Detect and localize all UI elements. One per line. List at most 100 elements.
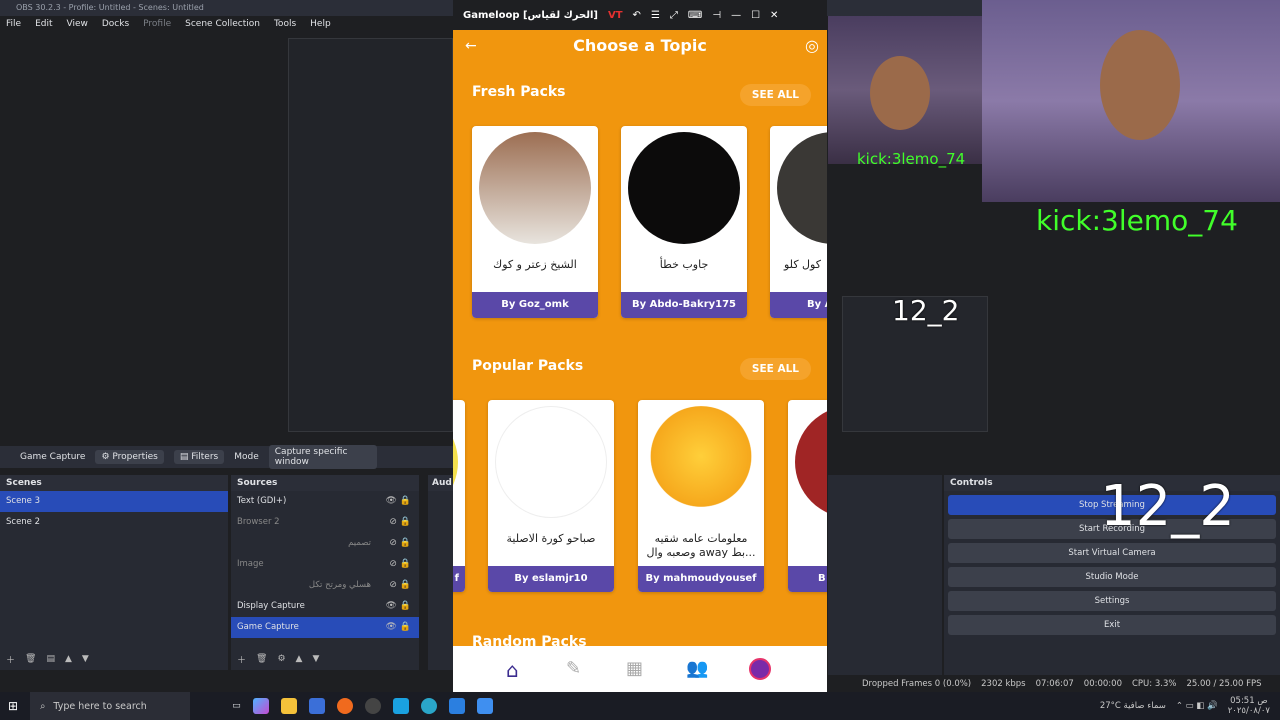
clock[interactable]: 05:51 ص ٢٠٢٥/٠٨/٠٧ — [1228, 696, 1270, 716]
pack-card[interactable]: كول كلو By A — [770, 126, 827, 318]
menu-profile[interactable]: Profile — [143, 19, 171, 29]
webcam-small — [828, 16, 982, 164]
menu-tools[interactable]: Tools — [274, 19, 296, 29]
kick-handle-large: kick:3lemo_74 — [1036, 204, 1238, 237]
edit-icon[interactable]: ✎ — [566, 658, 588, 680]
search-placeholder: Type here to search — [53, 700, 147, 712]
task-view-icon[interactable]: ▭ — [232, 701, 241, 711]
source-item[interactable]: Image ⊘ 🔒 — [231, 554, 419, 575]
home-icon[interactable]: ⌂ — [506, 658, 528, 682]
fresh-packs-title: Fresh Packs — [472, 84, 566, 100]
shop-icon[interactable]: ▦ — [626, 658, 648, 680]
pack-image — [795, 406, 827, 518]
source-item[interactable]: تصميم ⊘ 🔒 — [231, 533, 419, 554]
profile-avatar[interactable] — [749, 658, 771, 680]
close-icon[interactable]: ✕ — [770, 10, 778, 21]
mode-select[interactable]: Capture specific window — [268, 445, 377, 469]
eye-lock-icon[interactable]: ⊘ 🔒 — [389, 554, 411, 575]
menu-icon[interactable]: ☰ — [651, 10, 660, 21]
back-arrow-icon[interactable]: ← — [465, 38, 477, 54]
undo-icon[interactable]: ↶ — [633, 10, 641, 21]
eye-lock-icon[interactable]: 👁 🔒 — [386, 491, 412, 512]
copilot-icon[interactable] — [252, 698, 269, 714]
add-icon[interactable]: ＋ — [237, 653, 246, 666]
edge-icon[interactable] — [420, 698, 437, 714]
add-icon[interactable]: ＋ — [6, 653, 15, 666]
pack-card-partial[interactable]: f — [453, 400, 465, 592]
pack-card[interactable]: معلومات عامه شقيه وصعبه وال away بط... B… — [638, 400, 764, 592]
trash-icon[interactable]: 🗑 — [256, 654, 267, 664]
filter-icon[interactable]: ▤ — [46, 654, 55, 664]
scenes-title: Scenes — [0, 475, 228, 491]
eye-lock-icon[interactable]: ⊘ 🔒 — [389, 533, 411, 554]
file-explorer-icon[interactable] — [280, 698, 297, 714]
filters-button[interactable]: ▤ Filters — [173, 450, 225, 464]
windows-start-icon[interactable]: ⊞ — [8, 699, 18, 713]
app-icon-active[interactable] — [476, 698, 493, 714]
studio-mode-button[interactable]: Studio Mode — [948, 567, 1276, 587]
pack-card[interactable]: الشيخ زعتر و كوك By Goz_omk — [472, 126, 598, 318]
taskbar-search[interactable]: ⌕ Type here to search — [30, 692, 191, 720]
webcam-large — [982, 0, 1280, 202]
gameloop-titlebar: Gameloop [الحرك لقياس] VT ↶ ☰ ⤢ ⌨ ⊣ — ☐ … — [453, 0, 827, 30]
popular-see-all-button[interactable]: SEE ALL — [739, 358, 811, 380]
gear-icon[interactable]: ⚙ — [277, 654, 285, 664]
menu-docks[interactable]: Docks — [102, 19, 129, 29]
face — [1100, 30, 1180, 140]
source-item[interactable]: هسلي ومرتح تكل ⊘ 🔒 — [231, 575, 419, 596]
store-icon[interactable] — [308, 698, 325, 714]
firefox-icon[interactable] — [336, 698, 353, 714]
keyboard-icon[interactable]: ⌨ — [688, 10, 702, 21]
pack-card[interactable]: B — [788, 400, 827, 592]
settings-icon[interactable]: ◎ — [805, 36, 819, 55]
pack-card[interactable]: صباحو كورة الاصلية By eslamjr10 — [488, 400, 614, 592]
minimize-icon[interactable]: — — [731, 10, 741, 21]
source-label: Browser 2 — [237, 517, 280, 527]
pack-name: الشيخ زعتر و كوك — [493, 258, 577, 271]
tray-icons[interactable]: ⌃ ▭ ◧ 🔊 — [1176, 701, 1218, 711]
start-virtual-camera-button[interactable]: Start Virtual Camera — [948, 543, 1276, 563]
scene-item[interactable]: Scene 2 — [0, 512, 228, 533]
eye-lock-icon[interactable]: ⊘ 🔒 — [389, 512, 411, 533]
properties-button[interactable]: ⚙ Properties — [95, 450, 164, 464]
cpu-usage: CPU: 3.3% — [1131, 679, 1177, 689]
exit-button[interactable]: Exit — [948, 615, 1276, 635]
weather-text[interactable]: 27°C سماء صافية — [1100, 701, 1166, 711]
menu-edit[interactable]: Edit — [35, 19, 52, 29]
eye-lock-icon[interactable]: 👁 🔒 — [386, 596, 412, 617]
menu-scene-collection[interactable]: Scene Collection — [185, 19, 260, 29]
menu-view[interactable]: View — [67, 19, 88, 29]
menu-help[interactable]: Help — [310, 19, 331, 29]
up-icon[interactable]: ▲ — [296, 654, 303, 664]
pack-name: كول كلو — [784, 258, 821, 271]
trash-icon[interactable]: 🗑 — [25, 654, 36, 664]
settings-button[interactable]: Settings — [948, 591, 1276, 611]
source-item[interactable]: Text (GDI+) 👁 🔒 — [231, 491, 419, 512]
maximize-icon[interactable]: ☐ — [751, 10, 760, 21]
pack-image — [495, 406, 607, 518]
source-item[interactable]: Game Capture 👁 🔒 — [231, 617, 419, 638]
overlay-number-large: 12_2 — [1100, 474, 1235, 539]
down-icon[interactable]: ▼ — [312, 654, 319, 664]
eye-lock-icon[interactable]: ⊘ 🔒 — [389, 575, 411, 596]
gameloop-icon[interactable] — [392, 698, 409, 714]
transitions-dock — [828, 475, 942, 675]
scene-item[interactable]: Scene 3 — [0, 491, 228, 512]
popular-packs-title: Popular Packs — [472, 358, 584, 374]
source-label: Game Capture — [237, 622, 299, 632]
up-icon[interactable]: ▲ — [65, 654, 72, 664]
eye-lock-icon[interactable]: 👁 🔒 — [386, 617, 412, 638]
obs-icon[interactable] — [364, 698, 381, 714]
down-icon[interactable]: ▼ — [82, 654, 89, 664]
fullscreen-icon[interactable]: ⤢ — [670, 10, 678, 21]
search-icon: ⌕ — [40, 700, 46, 712]
pin-icon[interactable]: ⊣ — [712, 10, 721, 21]
menu-file[interactable]: File — [6, 19, 21, 29]
app-icon[interactable] — [448, 698, 465, 714]
source-item[interactable]: Display Capture 👁 🔒 — [231, 596, 419, 617]
bottom-nav: ⌂ ✎ ▦ 👥 — [453, 646, 827, 692]
pack-card[interactable]: جاوب خطأ By Abdo-Bakry175 — [621, 126, 747, 318]
fresh-see-all-button[interactable]: SEE ALL — [739, 84, 811, 106]
source-item[interactable]: Browser 2 ⊘ 🔒 — [231, 512, 419, 533]
friends-icon[interactable]: 👥 — [686, 658, 708, 680]
